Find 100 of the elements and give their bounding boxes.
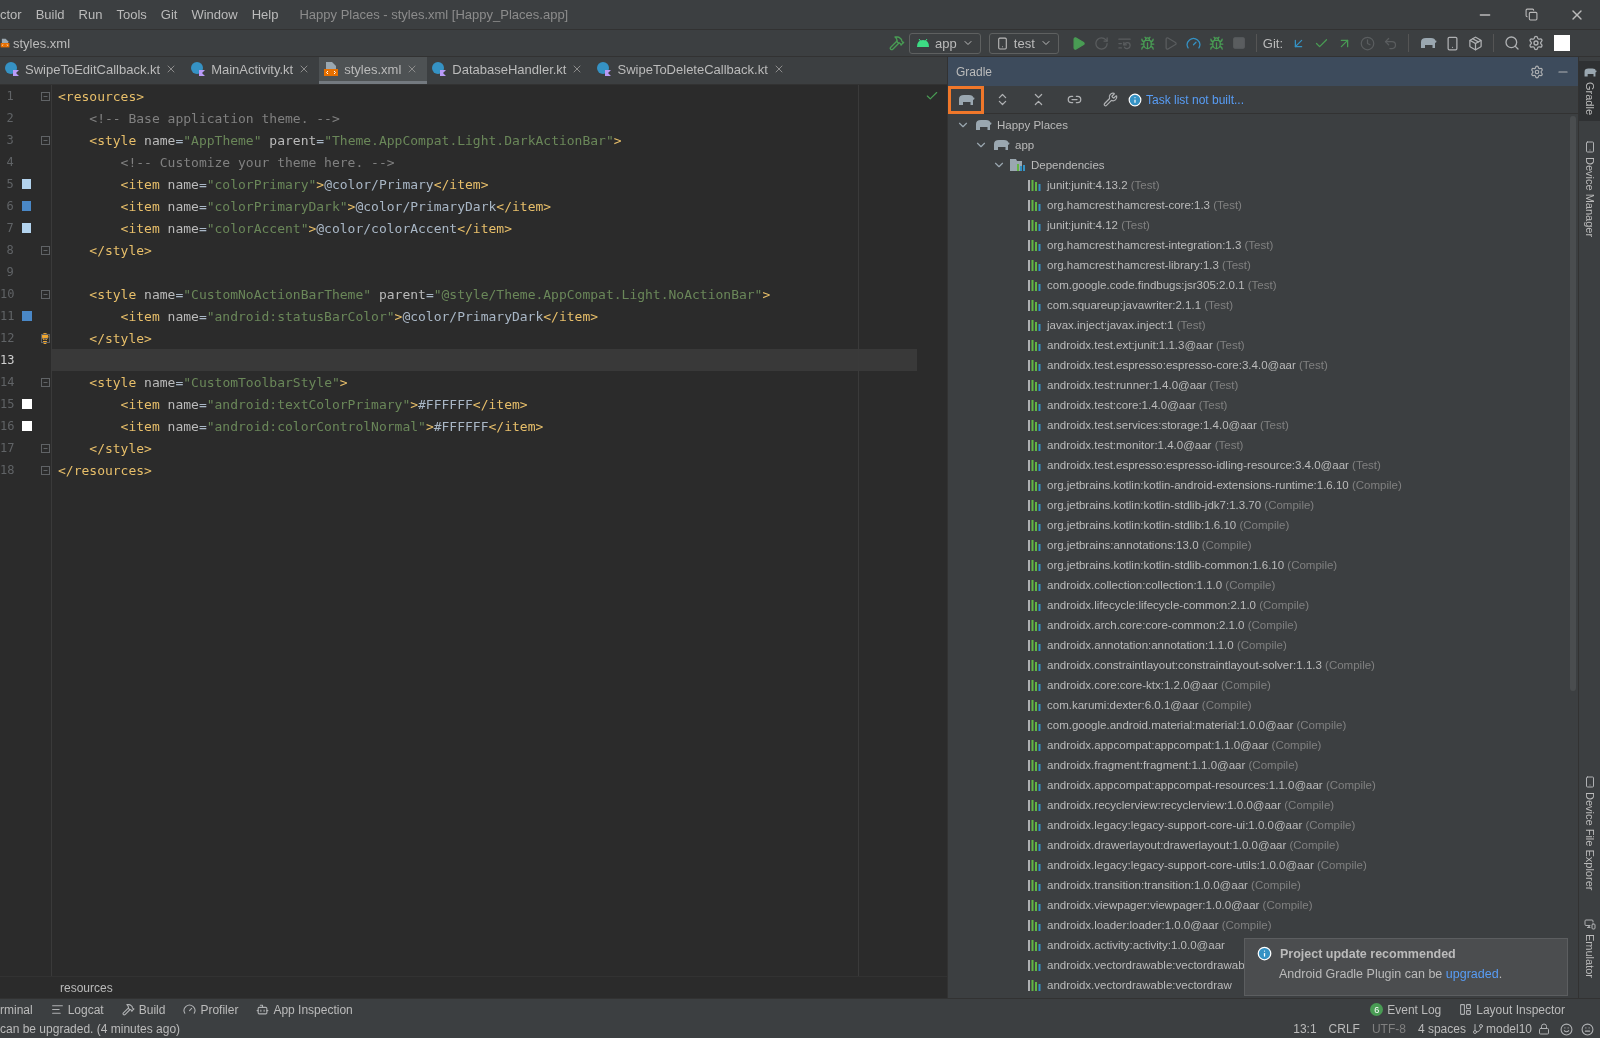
dependency-item[interactable]: androidx.activity:activity:1.0.0@aar xyxy=(1047,939,1225,951)
attach-debugger-icon[interactable] xyxy=(1208,35,1224,51)
dependency-item[interactable]: androidx.test:core:1.4.0@aar (Test) xyxy=(1047,399,1228,411)
dependency-item[interactable]: com.karumi:dexter:6.0.1@aar (Compile) xyxy=(1047,699,1252,711)
dependency-item[interactable]: androidx.test.ext:junit:1.1.3@aar (Test) xyxy=(1047,339,1245,351)
dependency-item[interactable]: junit:junit:4.12 (Test) xyxy=(1047,219,1150,231)
fold-marker-icon[interactable] xyxy=(41,245,50,255)
task-list-link[interactable]: Task list not built... xyxy=(1146,92,1245,107)
git-branch[interactable]: model10 xyxy=(1485,1022,1532,1036)
stop-icon[interactable] xyxy=(1231,36,1246,50)
tool-window-button[interactable]: Gradle xyxy=(1578,61,1600,122)
search-icon[interactable] xyxy=(1504,35,1520,51)
smiley-icon[interactable] xyxy=(1560,1022,1573,1036)
dependency-item[interactable]: androidx.legacy:legacy-support-core-ui:1.0.0@aar (Compile) xyxy=(1047,819,1356,831)
dependency-item[interactable]: org.jetbrains:annotations:13.0 (Compile) xyxy=(1047,539,1252,551)
dependency-item[interactable]: androidx.recyclerview:recyclerview:1.0.0@aar (Compile) xyxy=(1047,799,1335,811)
fold-marker-icon[interactable] xyxy=(41,135,50,145)
fold-marker-icon[interactable] xyxy=(41,377,50,387)
dependency-item[interactable]: org.hamcrest:hamcrest-core:1.3 (Test) xyxy=(1047,199,1242,211)
dependency-item[interactable]: androidx.appcompat:appcompat-resources:1.1.0@aar (Compile) xyxy=(1047,779,1376,791)
dependency-item[interactable]: androidx.test.espresso:espresso-core:3.4.0@aar (Test) xyxy=(1047,359,1328,371)
lock-icon[interactable] xyxy=(1538,1023,1550,1035)
tool-window-button[interactable]: rminal xyxy=(0,1002,42,1017)
dependency-item[interactable]: androidx.drawerlayout:drawerlayout:1.0.0@aar (Compile) xyxy=(1047,839,1340,851)
editor-tab[interactable]: DatabaseHandler.kt xyxy=(427,57,593,84)
toolbar-button[interactable] xyxy=(948,85,984,114)
tool-window-button[interactable]: 6 Event Log xyxy=(1361,1002,1451,1017)
fold-marker-icon[interactable] xyxy=(41,91,50,101)
history-icon[interactable] xyxy=(1360,35,1375,51)
fold-marker-icon[interactable] xyxy=(41,443,50,453)
dependency-item[interactable]: junit:junit:4.13.2 (Test) xyxy=(1047,179,1160,191)
settings-icon[interactable] xyxy=(1528,35,1544,51)
dependency-item[interactable]: androidx.vectordrawable:vectordraw xyxy=(1047,979,1232,991)
dependency-item[interactable]: com.google.code.findbugs:jsr305:2.0.1 (Test) xyxy=(1047,279,1277,291)
tool-window-button[interactable]: Device File Explorer xyxy=(1578,769,1600,896)
dependency-item[interactable]: com.google.android.material:material:1.0.0@aar (Compile) xyxy=(1047,719,1347,731)
dependency-item[interactable]: org.hamcrest:hamcrest-library:1.3 (Test) xyxy=(1047,259,1251,271)
dependency-item[interactable]: androidx.loader:loader:1.0.0@aar (Compile) xyxy=(1047,919,1272,931)
apply-changes-icon[interactable] xyxy=(1116,35,1132,51)
line-separator[interactable]: CRLF xyxy=(1328,1022,1360,1036)
dependency-item[interactable]: androidx.annotation:annotation:1.1.0 (Compile) xyxy=(1047,639,1287,651)
rollback-icon[interactable] xyxy=(1383,35,1398,51)
tool-window-button[interactable]: Build xyxy=(112,1002,175,1017)
dependency-item[interactable]: androidx.test.services:storage:1.4.0@aar (Test) xyxy=(1047,419,1289,431)
device-dropdown[interactable]: test xyxy=(988,32,1059,54)
tool-window-button[interactable]: App Inspection xyxy=(247,1002,362,1017)
run-icon[interactable] xyxy=(1070,35,1086,51)
editor-tab[interactable]: MainActivity.kt xyxy=(186,57,320,84)
dependency-item[interactable]: com.squareup:javawriter:2.1.1 (Test) xyxy=(1047,299,1233,311)
dependency-item[interactable]: androidx.viewpager:viewpager:1.0.0@aar (Compile) xyxy=(1047,899,1313,911)
fold-marker-icon[interactable] xyxy=(41,465,50,475)
tool-window-button[interactable]: Emulator xyxy=(1578,911,1600,984)
tool-window-button[interactable]: Device Manager xyxy=(1578,135,1600,244)
dependency-item[interactable]: androidx.lifecycle:lifecycle-common:2.1.0 (Compile) xyxy=(1047,599,1310,611)
indent-setting[interactable]: 4 spaces xyxy=(1417,1022,1466,1036)
dependency-item[interactable]: org.hamcrest:hamcrest-integration:1.3 (Test) xyxy=(1047,239,1274,251)
restore-icon[interactable] xyxy=(1524,8,1538,21)
dependency-item[interactable]: androidx.core:core-ktx:1.2.0@aar (Compile) xyxy=(1047,679,1271,691)
dependency-item[interactable]: javax.inject:javax.inject:1 (Test) xyxy=(1047,319,1206,331)
dependency-item[interactable]: androidx.arch.core:core-common:2.1.0 (Compile) xyxy=(1047,619,1298,631)
tool-window-button[interactable]: Profiler xyxy=(174,1002,248,1017)
editor-tab[interactable]: SwipeToEditCallback.kt xyxy=(0,57,187,84)
dependency-item[interactable]: androidx.test:monitor:1.4.0@aar (Test) xyxy=(1047,439,1244,451)
menu-item[interactable]: Tools xyxy=(109,7,154,22)
dependency-item[interactable]: androidx.vectordrawable:vectordrawab xyxy=(1047,959,1245,971)
editor-tab[interactable]: SwipeToDeleteCallback.kt xyxy=(592,57,794,84)
breadcrumb-file[interactable]: styles.xml xyxy=(13,35,71,51)
sdk-manager-icon[interactable] xyxy=(1468,35,1483,51)
dependency-item[interactable]: androidx.collection:collection:1.1.0 (Compile) xyxy=(1047,579,1276,591)
caret-position[interactable]: 13:1 xyxy=(1293,1022,1317,1036)
editor-tab[interactable]: styles.xml xyxy=(319,57,428,84)
dependency-item[interactable]: androidx.test:runner:1.4.0@aar (Test) xyxy=(1047,379,1239,391)
settings-icon[interactable] xyxy=(1530,64,1544,79)
dependency-item[interactable]: androidx.legacy:legacy-support-core-utils:1.0.0@aar (Compile) xyxy=(1047,859,1367,871)
menu-item[interactable]: Run xyxy=(71,7,110,22)
menu-item[interactable]: Help xyxy=(244,7,286,22)
dependency-item[interactable]: org.jetbrains.kotlin:kotlin-stdlib-jdk7:1.3.70 (Compile) xyxy=(1047,499,1315,511)
face-icon[interactable] xyxy=(1581,1022,1594,1036)
menu-item[interactable]: Window xyxy=(184,7,245,22)
fold-marker-icon[interactable] xyxy=(41,289,50,299)
dependency-item[interactable]: androidx.test.espresso:espresso-idling-resource:3.4.0@aar (Test) xyxy=(1047,459,1381,471)
tree-item[interactable]: Happy Places xyxy=(997,119,1068,131)
profile-icon[interactable] xyxy=(1185,35,1201,51)
run-config-dropdown[interactable]: app xyxy=(909,32,981,54)
upgrade-link[interactable]: upgraded xyxy=(1445,967,1499,981)
dependency-item[interactable]: org.jetbrains.kotlin:kotlin-stdlib-common:1.6.10 (Compile) xyxy=(1047,559,1338,571)
tree-item[interactable]: Dependencies xyxy=(1031,159,1105,171)
hammer-icon[interactable] xyxy=(889,35,906,51)
breadcrumb-item[interactable]: resources xyxy=(60,980,113,995)
tool-window-button[interactable]: Logcat xyxy=(41,1002,113,1017)
dependency-item[interactable]: androidx.appcompat:appcompat:1.1.0@aar (Compile) xyxy=(1047,739,1322,751)
menu-item[interactable]: Git xyxy=(153,7,185,22)
menu-item[interactable]: Build xyxy=(28,7,72,22)
tool-window-button[interactable]: Layout Inspector xyxy=(1450,1002,1574,1017)
dependency-item[interactable]: org.jetbrains.kotlin:kotlin-stdlib:1.6.10 (Compile) xyxy=(1047,519,1290,531)
gradle-sync-icon[interactable] xyxy=(1419,36,1437,50)
dependency-item[interactable]: org.jetbrains.kotlin:kotlin-android-extensions-runtime:1.6.10 (Compile) xyxy=(1047,479,1402,491)
device-manager-icon[interactable] xyxy=(1445,35,1460,51)
dependency-item[interactable]: androidx.transition:transition:1.0.0@aar (Compile) xyxy=(1047,879,1301,891)
debug-icon[interactable] xyxy=(1139,35,1155,51)
